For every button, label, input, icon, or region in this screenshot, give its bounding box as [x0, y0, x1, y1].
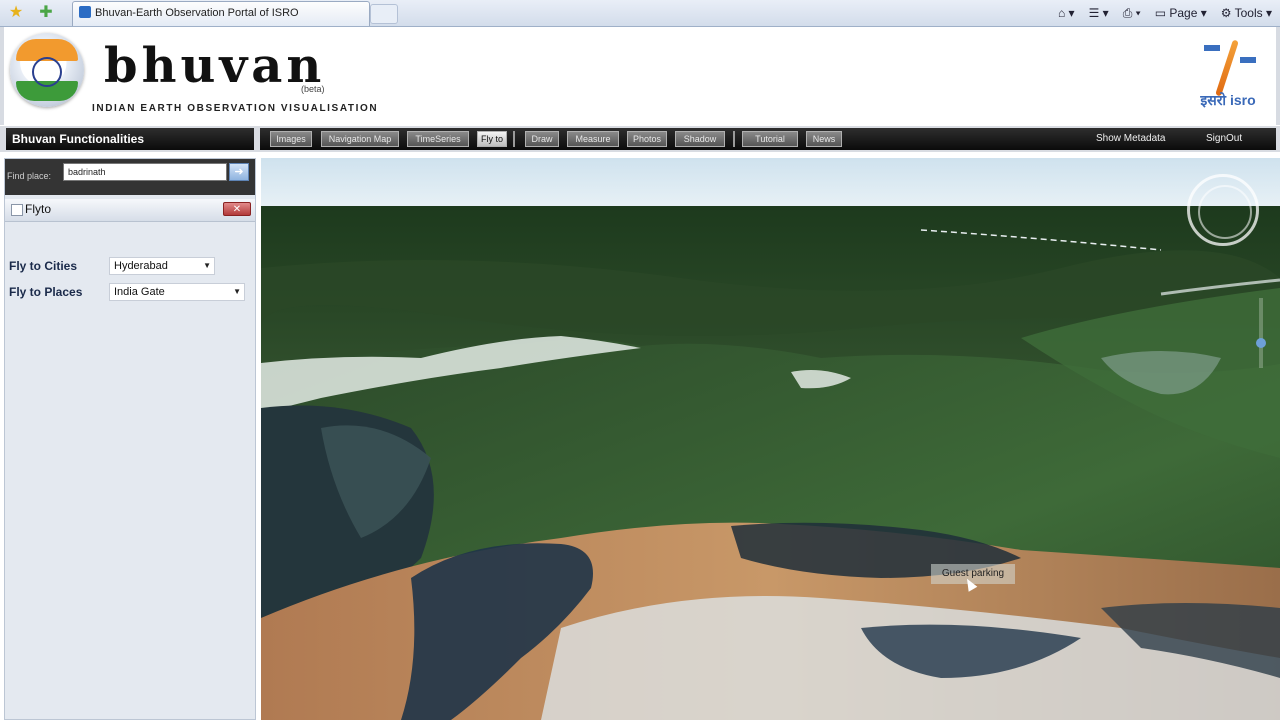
close-icon[interactable]: ✕ — [223, 202, 251, 216]
page-menu-label: Page — [1169, 6, 1198, 20]
find-place-label: Find place: — [7, 171, 52, 181]
find-go-button[interactable]: ➜ — [229, 163, 249, 181]
tutorial-button[interactable]: Tutorial — [742, 131, 798, 147]
flyto-checkbox[interactable] — [11, 204, 23, 216]
fly-to-cities-label: Fly to Cities — [9, 259, 78, 273]
draw-button[interactable]: Draw — [525, 131, 559, 147]
fly-to-places-value: India Gate — [114, 286, 165, 298]
chevron-down-icon: ▼ — [203, 261, 211, 270]
tools-menu-label: Tools — [1234, 6, 1263, 20]
flyto-title: Flyto — [25, 202, 52, 216]
terrain-imagery — [261, 158, 1280, 720]
zoom-slider-knob[interactable] — [1256, 338, 1266, 348]
functions-bar: Images Navigation Map TimeSeries Fly to … — [260, 128, 1276, 150]
tagline: INDIAN EARTH OBSERVATION VISUALISATION — [92, 103, 379, 114]
beta-label: (beta) — [301, 84, 325, 94]
add-favorites-icon[interactable]: ✚ — [36, 3, 56, 23]
navigation-map-button[interactable]: Navigation Map — [321, 131, 399, 147]
photos-button[interactable]: Photos — [627, 131, 667, 147]
measure-button[interactable]: Measure — [567, 131, 619, 147]
fly-to-cities-value: Hyderabad — [114, 260, 168, 272]
zoom-slider[interactable] — [1256, 298, 1266, 368]
chevron-down-icon: ▼ — [233, 287, 241, 296]
brand-name: bhuvan — [104, 38, 326, 94]
bhuvan-emblem-logo — [10, 33, 84, 107]
print-icon[interactable]: ⎙ ▾ — [1123, 6, 1141, 21]
show-metadata-link[interactable]: Show Metadata — [1096, 128, 1166, 150]
page-menu[interactable]: ▭ Page ▾ — [1155, 6, 1207, 20]
browser-toolbar: ★ ✚ Bhuvan-Earth Observation Portal of I… — [0, 0, 1280, 27]
isro-logo-text: इसरो isro — [1200, 92, 1256, 108]
fly-to-places-label: Fly to Places — [9, 285, 83, 299]
site-header: bhuvan (beta) INDIAN EARTH OBSERVATION V… — [0, 27, 1280, 125]
favorites-star-icon[interactable]: ★ — [6, 3, 26, 23]
browser-tab[interactable]: Bhuvan-Earth Observation Portal of ISRO — [72, 1, 370, 26]
shadow-button[interactable]: Shadow — [675, 131, 725, 147]
toolbar-separator — [733, 131, 735, 147]
tools-menu[interactable]: ⚙ Tools ▾ — [1221, 6, 1272, 20]
timeseries-button[interactable]: TimeSeries — [407, 131, 469, 147]
find-place-input[interactable] — [63, 163, 227, 181]
browser-command-bar: ⌂ ▾ ☰ ▾ ⎙ ▾ ▭ Page ▾ ⚙ Tools ▾ — [1058, 0, 1272, 26]
fly-to-places-select[interactable]: India Gate ▼ — [109, 283, 245, 301]
signout-link[interactable]: SignOut — [1206, 128, 1242, 150]
isro-logo: इसरो isro — [1186, 33, 1270, 117]
toolbar-separator — [513, 131, 515, 147]
main-toolbar: Bhuvan Functionalities Images Navigation… — [0, 126, 1280, 152]
sidebar-panel: Find place: ➜ Flyto ✕ Fly to Cities Hyde… — [4, 158, 256, 720]
flyto-panel-header: Flyto ✕ — [5, 199, 255, 222]
browser-tab-title: Bhuvan-Earth Observation Portal of ISRO — [95, 7, 299, 19]
news-button[interactable]: News — [806, 131, 842, 147]
globe-map-view[interactable]: Guest parking — [261, 158, 1280, 720]
site-favicon-icon — [79, 6, 91, 18]
find-place-bar: Find place: ➜ — [5, 159, 255, 195]
home-icon[interactable]: ⌂ ▾ — [1058, 6, 1075, 20]
fly-to-cities-select[interactable]: Hyderabad ▼ — [109, 257, 215, 275]
images-button[interactable]: Images — [270, 131, 312, 147]
functionalities-title: Bhuvan Functionalities — [6, 128, 254, 150]
compass-navigation-control[interactable] — [1187, 174, 1259, 246]
feeds-icon[interactable]: ☰ ▾ — [1089, 6, 1109, 20]
flyto-button[interactable]: Fly to — [477, 131, 507, 147]
new-tab-button[interactable] — [370, 4, 398, 24]
